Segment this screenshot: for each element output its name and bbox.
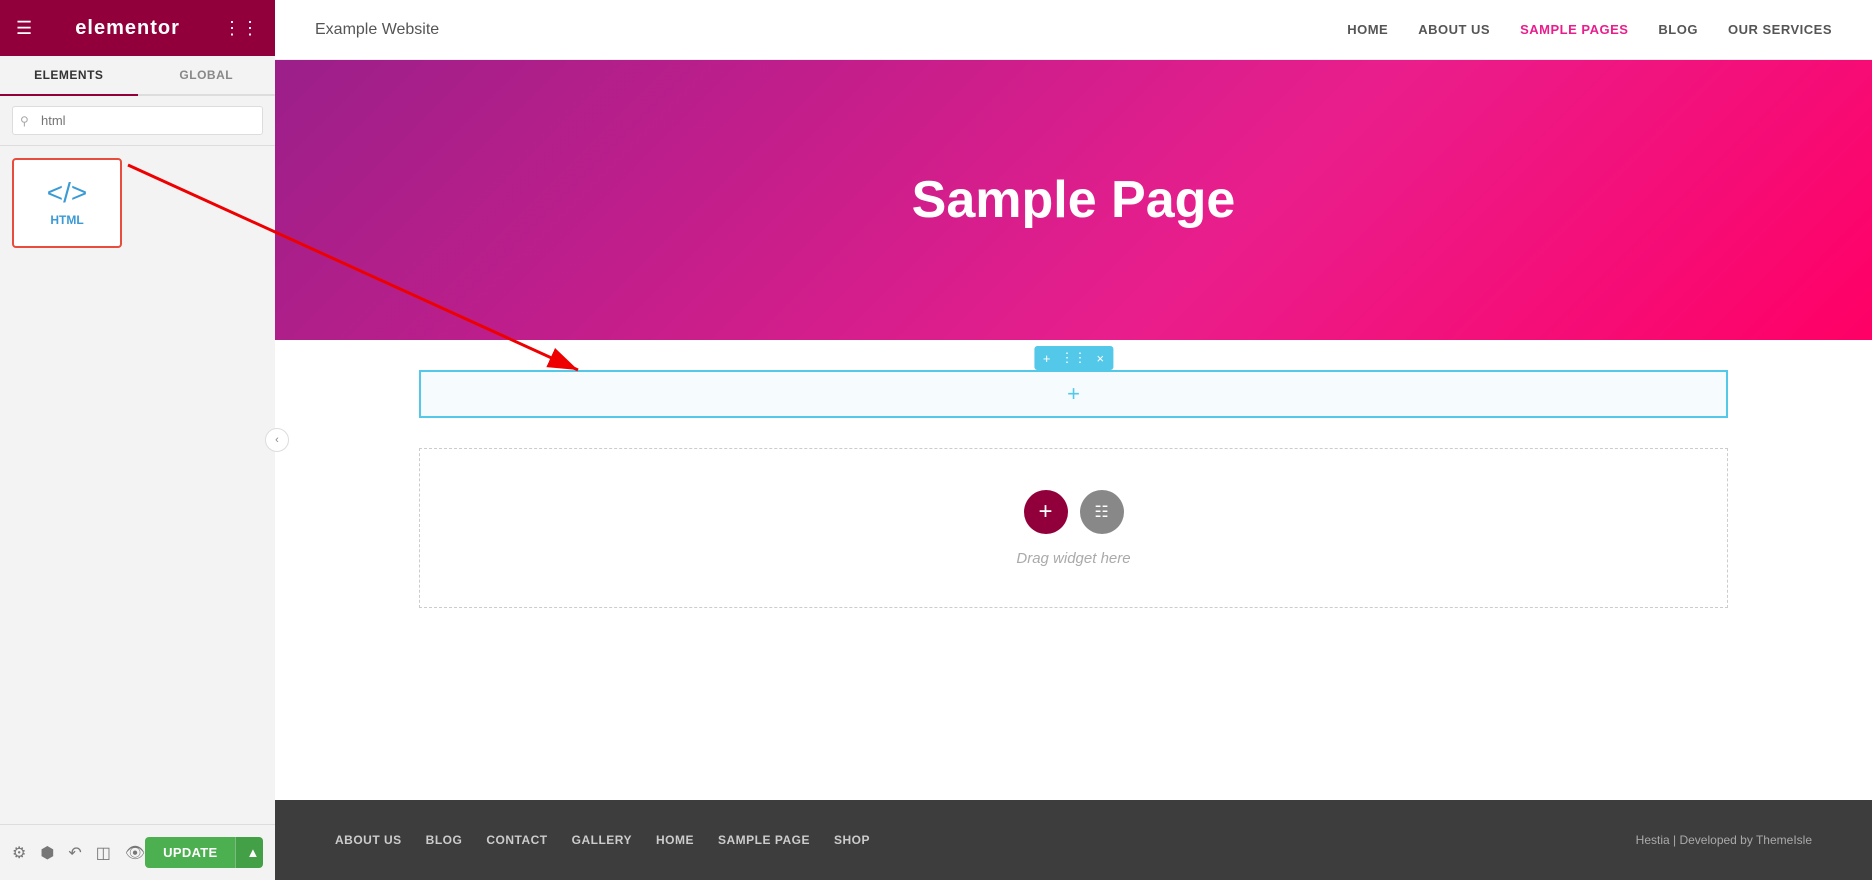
page-canvas[interactable]: + ⋮⋮ × + + ☷ Drag widget here (275, 340, 1872, 800)
search-icon: ⚲ (20, 114, 29, 128)
nav-home[interactable]: HOME (1347, 22, 1388, 37)
move-widget-button[interactable]: ☷ (1080, 490, 1124, 534)
update-arrow-button[interactable]: ▲ (235, 837, 263, 868)
html-widget-icon: </> (47, 179, 87, 207)
template-icon[interactable]: ◫ (96, 843, 111, 863)
html-widget-item[interactable]: </> HTML (12, 158, 122, 248)
tab-global[interactable]: GLOBAL (138, 56, 276, 96)
footer-home[interactable]: HOME (656, 833, 694, 847)
footer-about[interactable]: ABOUT US (335, 833, 402, 847)
settings-icon[interactable]: ⚙ (12, 843, 26, 863)
nav-sample-pages[interactable]: SAMPLE PAGES (1520, 22, 1628, 37)
layers-icon[interactable]: ⬢ (40, 843, 54, 863)
search-input[interactable] (12, 106, 263, 135)
selected-row-wrapper: + ⋮⋮ × + (419, 370, 1729, 418)
side-panel: ☰ elementor ⋮⋮ ELEMENTS GLOBAL ⚲ </> HTM… (0, 0, 275, 880)
row-close-button[interactable]: × (1094, 350, 1108, 367)
drag-widget-box[interactable]: + ☷ Drag widget here (419, 448, 1729, 608)
selected-row[interactable]: + (419, 370, 1729, 418)
bottom-toolbar: ⚙ ⬢ ↶ ◫ 👁 UPDATE ▲ (0, 824, 275, 880)
site-footer: ABOUT US BLOG CONTACT GALLERY HOME SAMPL… (275, 800, 1872, 880)
drag-btn-group: + ☷ (1024, 490, 1124, 534)
elementor-logo: elementor (75, 17, 180, 40)
grid-icon[interactable]: ⋮⋮ (223, 18, 259, 39)
elements-search-wrapper: ⚲ (0, 96, 275, 146)
footer-credit: Hestia | Developed by ThemeIsle (1636, 833, 1812, 847)
footer-links: ABOUT US BLOG CONTACT GALLERY HOME SAMPL… (335, 833, 870, 847)
main-content: Example Website HOME ABOUT US SAMPLE PAG… (275, 0, 1872, 880)
nav-links: HOME ABOUT US SAMPLE PAGES BLOG OUR SERV… (1347, 22, 1832, 37)
side-panel-tabs: ELEMENTS GLOBAL (0, 56, 275, 96)
hero-section: Sample Page (275, 60, 1872, 340)
update-button-group: UPDATE ▲ (145, 837, 263, 868)
website-nav: Example Website HOME ABOUT US SAMPLE PAG… (275, 0, 1872, 60)
nav-about[interactable]: ABOUT US (1418, 22, 1490, 37)
footer-sample-page[interactable]: SAMPLE PAGE (718, 833, 810, 847)
footer-contact[interactable]: CONTACT (486, 833, 547, 847)
row-move-button[interactable]: ⋮⋮ (1058, 349, 1090, 367)
collapse-panel-button[interactable]: ‹ (265, 428, 289, 452)
drag-label: Drag widget here (1016, 550, 1130, 567)
bottom-icons: ⚙ ⬢ ↶ ◫ 👁 (12, 843, 145, 863)
html-widget-label: HTML (50, 213, 83, 227)
footer-blog[interactable]: BLOG (426, 833, 463, 847)
row-toolbar: + ⋮⋮ × (1034, 346, 1113, 370)
nav-blog[interactable]: BLOG (1658, 22, 1698, 37)
nav-our-services[interactable]: OUR SERVICES (1728, 22, 1832, 37)
history-icon[interactable]: ↶ (68, 843, 81, 863)
row-add-button[interactable]: + (1040, 350, 1054, 367)
footer-gallery[interactable]: GALLERY (572, 833, 632, 847)
hamburger-icon[interactable]: ☰ (16, 18, 32, 39)
site-name: Example Website (315, 21, 439, 39)
drag-widget-section: + ☷ Drag widget here (419, 448, 1729, 608)
tab-elements[interactable]: ELEMENTS (0, 56, 138, 96)
elementor-topbar: ☰ elementor ⋮⋮ (0, 0, 275, 56)
preview-icon[interactable]: 👁 (125, 843, 145, 863)
row-inner-plus[interactable]: + (1067, 381, 1080, 407)
update-button[interactable]: UPDATE (145, 837, 235, 868)
add-widget-button[interactable]: + (1024, 490, 1068, 534)
hero-title: Sample Page (912, 170, 1236, 230)
elements-grid: </> HTML (0, 146, 275, 260)
footer-shop[interactable]: SHOP (834, 833, 870, 847)
